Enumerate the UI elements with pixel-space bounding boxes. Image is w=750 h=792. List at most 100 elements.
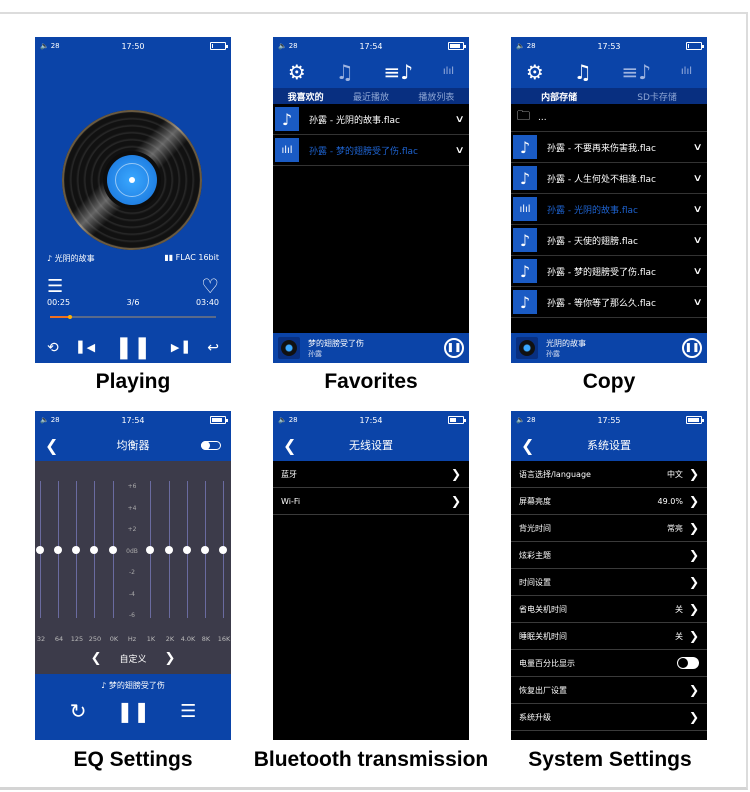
caption-system: System Settings bbox=[528, 748, 692, 771]
settings-row[interactable]: 背光时间 常亮 ❯ bbox=[511, 515, 707, 542]
repeat-icon[interactable]: ⟲ bbox=[47, 340, 59, 356]
tab-item[interactable]: 播放列表 bbox=[418, 90, 454, 103]
up-folder-row[interactable]: 🗀 ... bbox=[511, 104, 707, 132]
chevron-down-icon[interactable]: ∨ bbox=[692, 173, 702, 184]
prev-preset-icon[interactable]: ❮ bbox=[91, 651, 102, 666]
volume-indicator: 🔈 28 bbox=[516, 42, 536, 50]
folder-up-icon: 🗀 bbox=[517, 108, 531, 124]
chevron-down-icon[interactable]: ∨ bbox=[454, 145, 464, 156]
settings-list: 语言选择/language 中文 ❯ 屏幕亮度 49.0% ❯ 背光时间 常亮 ❯ 炫彩主题 ❯ 时间… bbox=[511, 461, 707, 731]
playlist-music-icon[interactable]: ≡♪ bbox=[622, 60, 652, 84]
settings-row[interactable]: 时间设置 ❯ bbox=[511, 569, 707, 596]
pause-icon[interactable]: ❚❚ bbox=[117, 699, 151, 723]
settings-label: 语言选择/language bbox=[519, 469, 591, 479]
equalizer-icon[interactable]: ılıl bbox=[681, 66, 692, 77]
eq-enable-toggle[interactable] bbox=[201, 440, 221, 450]
pause-button[interactable]: ❚❚ bbox=[444, 338, 464, 358]
chevron-right-icon: ❯ bbox=[688, 575, 699, 589]
now-playing-bar[interactable]: 光阴的故事 孙露 ❚❚ bbox=[511, 333, 707, 363]
pause-button[interactable]: ❚❚ bbox=[682, 338, 702, 358]
eq-band-knob[interactable] bbox=[201, 545, 209, 554]
back-icon[interactable]: ❮ bbox=[45, 436, 58, 455]
tab-item[interactable]: 最近播放 bbox=[353, 90, 389, 103]
settings-gear-icon[interactable]: ⚙ bbox=[526, 60, 544, 84]
eq-band-label: 16K bbox=[217, 635, 231, 643]
eq-band-label: 0K bbox=[109, 635, 119, 643]
chevron-down-icon[interactable]: ∨ bbox=[454, 114, 464, 125]
chevron-down-icon[interactable]: ∨ bbox=[692, 266, 702, 277]
clock: 17:54 bbox=[359, 41, 383, 51]
settings-row[interactable]: 蓝牙 ❯ bbox=[273, 461, 469, 488]
settings-row[interactable]: 语言选择/language 中文 ❯ bbox=[511, 461, 707, 488]
chevron-down-icon[interactable]: ∨ bbox=[692, 297, 702, 308]
eq-band-knob[interactable] bbox=[72, 545, 80, 554]
caption-eq: EQ Settings bbox=[73, 748, 193, 771]
music-icon[interactable]: ♫ bbox=[574, 60, 592, 84]
eq-band-knob[interactable] bbox=[165, 545, 173, 554]
eq-band-knob[interactable] bbox=[90, 545, 98, 554]
battery-icon bbox=[686, 42, 704, 50]
eq-screen: 🔈 28 17:54 ❮ 均衡器 32 64 125 250 0K 1K 2K 4.0K 8K 16… bbox=[35, 411, 231, 740]
playlist-music-icon[interactable]: ≡♪ bbox=[384, 60, 414, 84]
settings-row[interactable]: 睡眠关机时间关 ❯ bbox=[511, 623, 707, 650]
chevron-down-icon[interactable]: ∨ bbox=[692, 204, 702, 215]
settings-row[interactable]: 电量百分比显示 bbox=[511, 650, 707, 677]
eq-band-knob[interactable] bbox=[109, 545, 117, 554]
back-icon[interactable]: ↩ bbox=[207, 340, 219, 356]
settings-gear-icon[interactable]: ⚙ bbox=[288, 60, 306, 84]
file-row[interactable]: ılıl 孙露 - 光阴的故事.flac ∨ bbox=[511, 194, 707, 225]
playlist-icon[interactable]: ☰ bbox=[47, 276, 63, 297]
eq-sliders-icon[interactable]: ☰ bbox=[180, 701, 196, 722]
tab-item[interactable]: SD卡存储 bbox=[637, 90, 677, 103]
settings-row[interactable]: 屏幕亮度 49.0% ❯ bbox=[511, 488, 707, 515]
music-note-icon: ♪ bbox=[513, 135, 537, 159]
reset-icon[interactable]: ↻ bbox=[70, 699, 87, 723]
now-playing-artist: 孙露 bbox=[546, 349, 560, 358]
file-row[interactable]: ♪ 孙露 - 不要再来伤害我.flac ∨ bbox=[511, 132, 707, 163]
eq-band-knob[interactable] bbox=[54, 545, 62, 554]
chevron-down-icon[interactable]: ∨ bbox=[692, 235, 702, 246]
settings-value-group: 中文 ❯ bbox=[667, 467, 699, 481]
eq-band-knob[interactable] bbox=[146, 545, 154, 554]
file-row[interactable]: ♪ 孙露 - 等你等了那么久.flac ∨ bbox=[511, 287, 707, 318]
pause-icon[interactable]: ❚❚ bbox=[115, 335, 152, 360]
heart-icon[interactable]: ♡ bbox=[201, 274, 219, 298]
previous-icon[interactable]: ▌◀ bbox=[78, 341, 95, 354]
progress-bar[interactable] bbox=[50, 315, 216, 319]
settings-row[interactable]: 省电关机时间关 ❯ bbox=[511, 596, 707, 623]
caption-copy: Copy bbox=[582, 370, 636, 393]
tab-item[interactable]: 内部存储 bbox=[541, 90, 577, 103]
chevron-right-icon: ❯ bbox=[450, 467, 461, 481]
settings-row[interactable]: Wi-Fi ❯ bbox=[273, 488, 469, 515]
file-row[interactable]: ılıl 孙露 - 梦的翅膀受了伤.flac ∨ bbox=[273, 135, 469, 166]
eq-band-knob[interactable] bbox=[36, 545, 44, 554]
volume-indicator: 🔈 28 bbox=[40, 42, 60, 50]
next-preset-icon[interactable]: ❯ bbox=[165, 651, 176, 666]
tab-item[interactable]: 我喜欢的 bbox=[288, 90, 324, 103]
music-icon[interactable]: ♫ bbox=[336, 60, 354, 84]
toggle-switch[interactable] bbox=[677, 657, 699, 669]
equalizer-icon[interactable]: ılıl bbox=[443, 66, 454, 77]
eq-band-knob[interactable] bbox=[183, 545, 191, 554]
battery-icon bbox=[686, 416, 704, 424]
back-icon[interactable]: ❮ bbox=[283, 436, 296, 455]
progress-knob[interactable] bbox=[67, 315, 72, 319]
settings-row[interactable]: 恢复出厂设置 ❯ bbox=[511, 677, 707, 704]
next-icon[interactable]: ▶▐ bbox=[171, 341, 188, 354]
back-icon[interactable]: ❮ bbox=[521, 436, 534, 455]
eq-band-knob[interactable] bbox=[219, 545, 227, 554]
page-title: 系统设置 bbox=[587, 439, 631, 452]
file-row[interactable]: ♪ 孙露 - 光阴的故事.flac ∨ bbox=[273, 104, 469, 135]
settings-row[interactable]: 炫彩主题 ❯ bbox=[511, 542, 707, 569]
now-playing-bar[interactable]: 梦的翅膀受了伤 孙露 ❚❚ bbox=[273, 333, 469, 363]
chevron-down-icon[interactable]: ∨ bbox=[692, 142, 702, 153]
file-row[interactable]: ♪ 孙露 - 梦的翅膀受了伤.flac ∨ bbox=[511, 256, 707, 287]
copy-screen: 🔈 28 17:53 ⚙ ♫ ≡♪ ılıl 内部存储 SD卡存储 🗀 ... ♪ 孙… bbox=[511, 37, 707, 363]
file-name: 孙露 - 人生何处不相逢.flac bbox=[547, 174, 656, 185]
file-row[interactable]: ♪ 孙露 - 人生何处不相逢.flac ∨ bbox=[511, 163, 707, 194]
settings-row[interactable]: 系统升级 ❯ bbox=[511, 704, 707, 731]
file-row[interactable]: ♪ 孙露 - 天使的翅膀.flac ∨ bbox=[511, 225, 707, 256]
eq-band-label: 64 bbox=[54, 635, 64, 643]
settings-value: 关 bbox=[674, 604, 683, 614]
status-bar: 🔈 28 17:50 bbox=[35, 37, 231, 55]
